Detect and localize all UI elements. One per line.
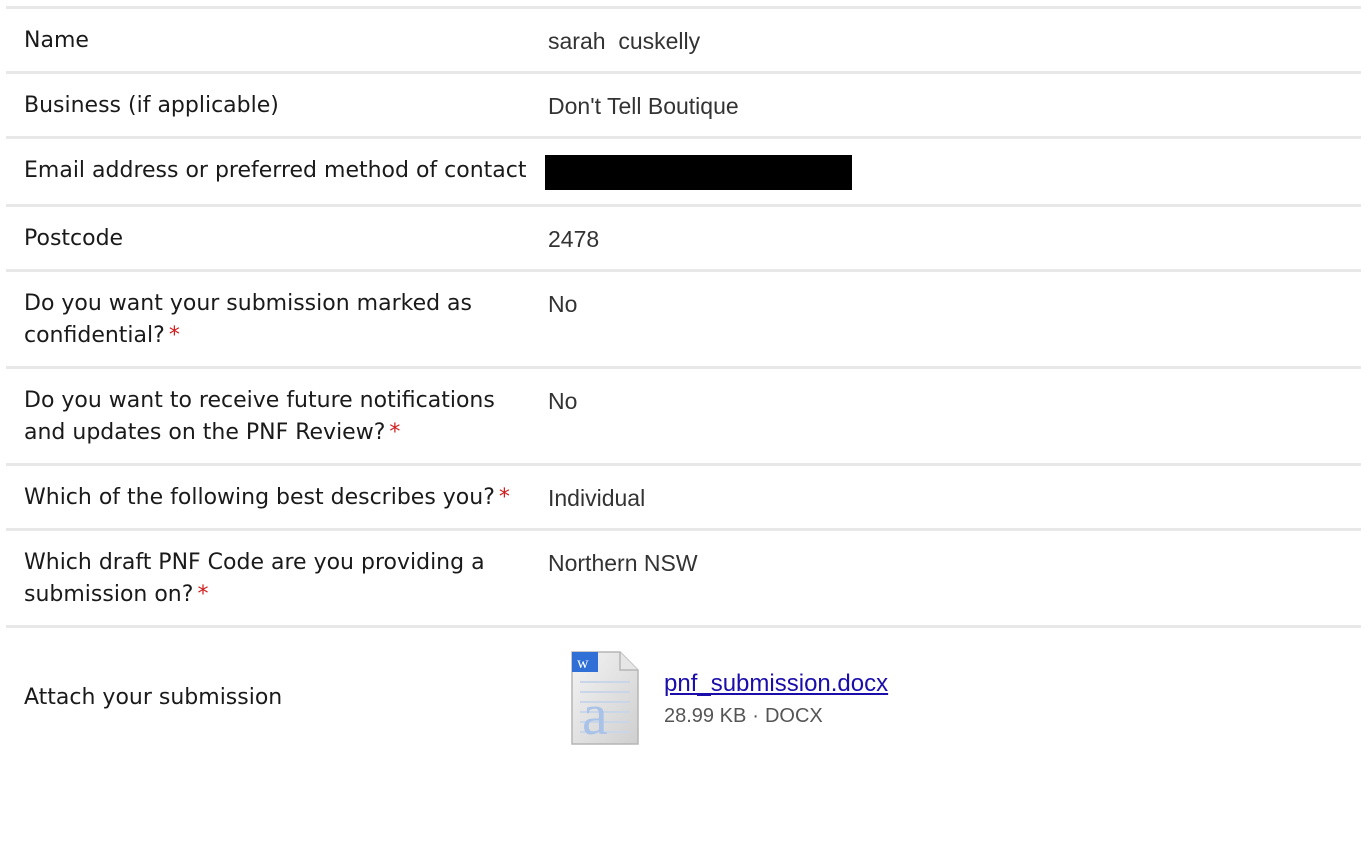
field-value (545, 139, 1361, 204)
svg-text:w: w (577, 655, 589, 672)
attachment-info: pnf_submission.docx 28.99 KB · DOCX (664, 669, 888, 728)
file-type: DOCX (764, 704, 823, 727)
required-marker: * (168, 323, 180, 348)
field-row-describes-you: Which of the following best describes yo… (6, 466, 1361, 531)
field-row-email: Email address or preferred method of con… (6, 139, 1361, 207)
field-row-notifications: Do you want to receive future notificati… (6, 369, 1361, 466)
field-value: Individual (548, 485, 646, 511)
field-row-pnf-code: Which draft PNF Code are you providing a… (6, 531, 1361, 628)
field-label: Email address or preferred method of con… (24, 158, 527, 183)
field-label: Which draft PNF Code are you providing a… (24, 550, 485, 607)
field-row-postcode: Postcode 2478 (6, 207, 1361, 272)
field-label: Postcode (24, 226, 124, 251)
field-value: No (548, 291, 578, 317)
field-value: Northern NSW (548, 550, 698, 576)
submission-details-table: Name sarah cuskelly Business (if applica… (6, 6, 1361, 768)
field-value: 2478 (548, 226, 600, 252)
attachment-link[interactable]: pnf_submission.docx (664, 669, 888, 699)
field-label: Attach your submission (24, 685, 283, 710)
word-document-icon[interactable]: w a (568, 650, 640, 746)
redaction-box (545, 155, 852, 190)
field-label: Name (24, 28, 89, 53)
file-size: 28.99 KB (664, 704, 747, 727)
field-value: No (548, 388, 578, 414)
field-row-confidential: Do you want your submission marked as co… (6, 272, 1361, 369)
field-row-name: Name sarah cuskelly (6, 9, 1361, 74)
attachment-meta: 28.99 KB · DOCX (664, 705, 888, 728)
field-value: sarah cuskelly (548, 28, 701, 54)
field-label: Business (if applicable) (24, 93, 279, 118)
field-label: Which of the following best describes yo… (24, 485, 510, 510)
required-marker: * (197, 582, 209, 607)
meta-separator: · (752, 704, 759, 727)
svg-text:a: a (582, 682, 608, 746)
field-value: Don't Tell Boutique (548, 93, 739, 119)
field-label: Do you want to receive future notificati… (24, 388, 495, 445)
required-marker: * (389, 420, 401, 445)
attachment-file: w a pnf_submission.docx 28.99 KB · DOCX (568, 650, 888, 746)
field-row-attachment: Attach your submission w a pnf_submissio… (6, 628, 1361, 768)
field-row-business: Business (if applicable) Don't Tell Bout… (6, 74, 1361, 139)
required-marker: * (498, 485, 510, 510)
field-label: Do you want your submission marked as co… (24, 291, 473, 348)
